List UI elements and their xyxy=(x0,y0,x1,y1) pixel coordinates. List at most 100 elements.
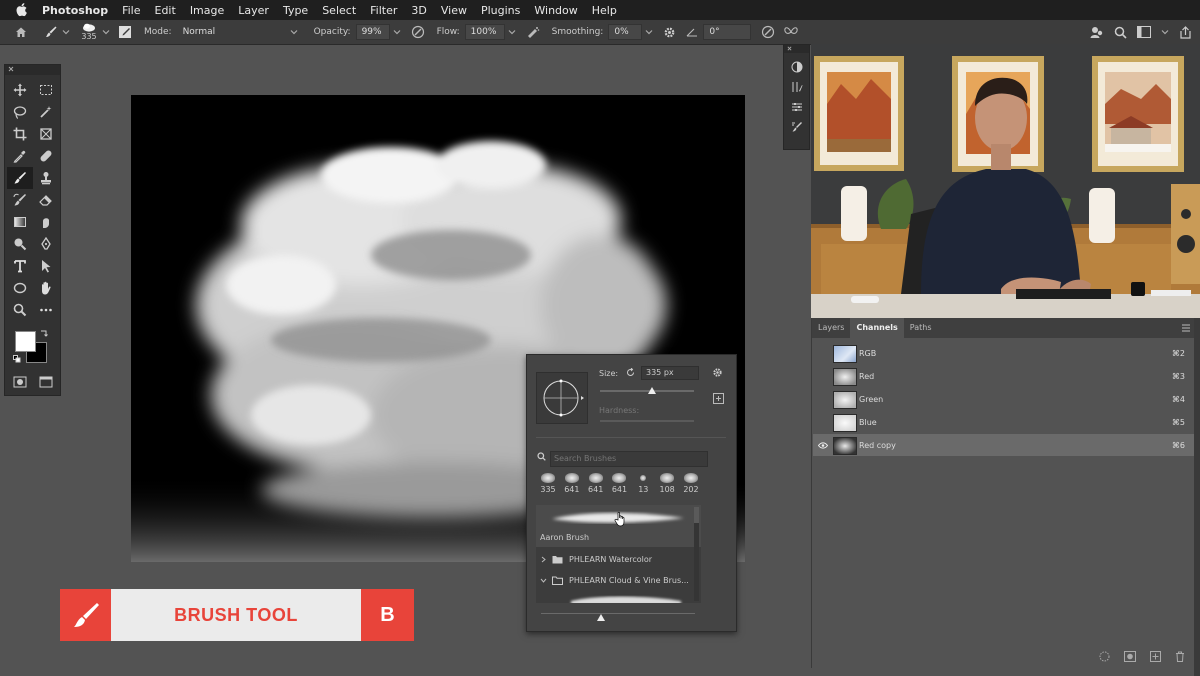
crop-tool[interactable] xyxy=(7,123,33,145)
brush-folder-item[interactable]: PHLEARN Watercolor xyxy=(536,549,701,569)
brush-presets-icon[interactable] xyxy=(791,121,803,133)
trash-icon[interactable] xyxy=(1175,651,1185,662)
color-swatches[interactable] xyxy=(13,329,53,367)
menu-type[interactable]: Type xyxy=(283,4,308,17)
chevron-down-icon[interactable] xyxy=(102,28,110,36)
new-preset-icon[interactable] xyxy=(713,393,724,404)
menu-image[interactable]: Image xyxy=(190,4,224,17)
menu-select[interactable]: Select xyxy=(322,4,356,17)
marquee-tool[interactable] xyxy=(33,79,59,101)
default-colors-icon[interactable] xyxy=(13,355,21,363)
opacity-field[interactable]: 99% xyxy=(355,24,390,40)
hardness-slider-track[interactable] xyxy=(600,420,694,422)
size-slider[interactable] xyxy=(600,387,694,397)
brush-preset[interactable]: 108 xyxy=(656,473,678,494)
gradient-tool[interactable] xyxy=(7,211,33,233)
adjustments-circle-icon[interactable] xyxy=(791,61,803,73)
new-channel-icon[interactable] xyxy=(1150,650,1161,662)
tab-channels[interactable]: Channels xyxy=(850,318,904,338)
brush-list-scrollbar[interactable] xyxy=(694,507,699,601)
brush-folder-item[interactable]: PHLEARN Cloud & Vine Brus... xyxy=(536,570,701,590)
pressure-size-icon[interactable] xyxy=(761,25,775,39)
selected-brush-item[interactable]: Aaron Brush xyxy=(536,505,701,547)
tools-panel-grip[interactable] xyxy=(5,65,60,75)
eraser-tool[interactable] xyxy=(33,189,59,211)
panel-menu-icon[interactable] xyxy=(1181,324,1191,332)
preview-size-slider[interactable] xyxy=(541,613,695,614)
export-icon[interactable] xyxy=(1179,25,1192,39)
chevron-down-icon[interactable] xyxy=(62,28,70,36)
brush-preset[interactable]: 641 xyxy=(585,473,607,494)
channel-row-rgb[interactable]: RGB ⌘2 xyxy=(813,342,1195,364)
menu-photoshop[interactable]: Photoshop xyxy=(42,4,108,17)
menu-layer[interactable]: Layer xyxy=(238,4,269,17)
save-selection-icon[interactable] xyxy=(1124,650,1136,662)
screen-mode-button[interactable] xyxy=(35,373,57,391)
channel-row-red[interactable]: Red ⌘3 xyxy=(813,365,1195,387)
channel-row-red-copy[interactable]: Red copy ⌘6 xyxy=(813,434,1195,456)
channel-row-green[interactable]: Green ⌘4 xyxy=(813,388,1195,410)
mode-select[interactable]: Normal xyxy=(176,24,304,40)
zoom-tool[interactable] xyxy=(7,299,33,321)
angle-field[interactable]: 0° xyxy=(703,24,752,40)
brush-tip-preview[interactable] xyxy=(536,372,588,424)
pressure-opacity-icon[interactable] xyxy=(411,25,425,39)
move-tool[interactable] xyxy=(7,79,33,101)
lasso-tool[interactable] xyxy=(7,101,33,123)
hand-tool[interactable] xyxy=(33,277,59,299)
pen-tool[interactable] xyxy=(33,233,59,255)
tab-paths[interactable]: Paths xyxy=(904,318,938,338)
menu-view[interactable]: View xyxy=(441,4,467,17)
menu-edit[interactable]: Edit xyxy=(155,4,176,17)
preview-size-slider-thumb[interactable] xyxy=(597,614,605,622)
path-selection-tool[interactable] xyxy=(33,255,59,277)
smoothing-field[interactable]: 0% xyxy=(608,24,643,40)
channel-row-blue[interactable]: Blue ⌘5 xyxy=(813,411,1195,433)
chevron-down-icon[interactable] xyxy=(393,28,401,36)
history-brush-tool[interactable] xyxy=(7,189,33,211)
share-people-icon[interactable] xyxy=(1090,25,1104,39)
ellipse-tool[interactable] xyxy=(7,277,33,299)
chevron-down-icon[interactable] xyxy=(508,28,516,36)
sliders-icon[interactable] xyxy=(791,101,803,113)
blur-tool[interactable] xyxy=(33,211,59,233)
brush-preset[interactable]: 335 xyxy=(537,473,559,494)
healing-brush-tool[interactable] xyxy=(33,145,59,167)
search-icon[interactable] xyxy=(1114,26,1127,39)
home-icon[interactable] xyxy=(14,25,28,39)
apple-icon[interactable] xyxy=(14,3,28,17)
scrollbar-thumb[interactable] xyxy=(694,507,699,523)
collapse-icon[interactable] xyxy=(8,66,14,72)
airbrush-icon[interactable] xyxy=(526,25,540,39)
eye-visibility-icon[interactable] xyxy=(818,442,828,449)
brush-preset[interactable]: 641 xyxy=(608,473,630,494)
close-icon[interactable] xyxy=(787,46,792,51)
brush-preset[interactable]: 202 xyxy=(680,473,702,494)
clone-stamp-tool[interactable] xyxy=(33,167,59,189)
size-field[interactable]: 335 px xyxy=(641,366,699,380)
quick-mask-button[interactable] xyxy=(9,373,31,391)
type-tool[interactable] xyxy=(7,255,33,277)
brush-preset[interactable]: 641 xyxy=(561,473,583,494)
menu-help[interactable]: Help xyxy=(592,4,617,17)
menu-window[interactable]: Window xyxy=(534,4,577,17)
search-brushes-input[interactable] xyxy=(550,451,708,467)
tab-layers[interactable]: Layers xyxy=(812,318,850,338)
menu-3d[interactable]: 3D xyxy=(411,4,426,17)
brush-tool-preset-icon[interactable] xyxy=(44,25,58,39)
menu-plugins[interactable]: Plugins xyxy=(481,4,520,17)
gear-icon[interactable] xyxy=(663,26,676,39)
menu-filter[interactable]: Filter xyxy=(370,4,397,17)
brush-settings-icon[interactable] xyxy=(791,81,803,93)
brush-preset[interactable]: 13 xyxy=(632,473,654,494)
swap-colors-icon[interactable] xyxy=(40,329,48,337)
eyedropper-tool[interactable] xyxy=(7,145,33,167)
foreground-color-swatch[interactable] xyxy=(15,331,36,352)
magic-wand-tool[interactable] xyxy=(33,101,59,123)
workspace-icon[interactable] xyxy=(1137,26,1151,38)
chevron-down-icon[interactable] xyxy=(645,28,653,36)
brush-tool[interactable] xyxy=(7,167,33,189)
flow-field[interactable]: 100% xyxy=(464,24,505,40)
edit-toolbar[interactable] xyxy=(33,299,59,321)
menu-file[interactable]: File xyxy=(122,4,140,17)
